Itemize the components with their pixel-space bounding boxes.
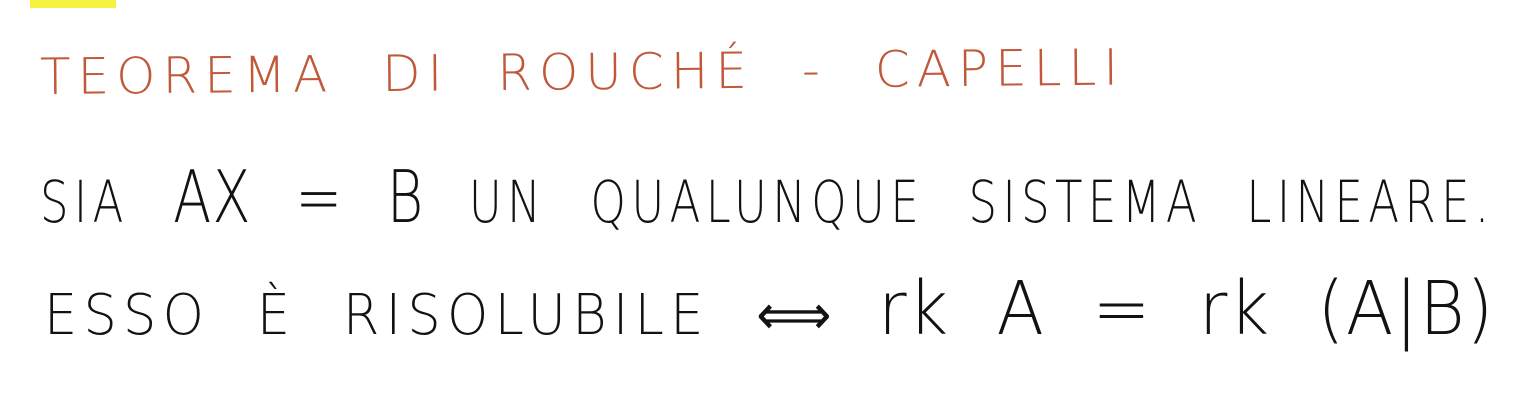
system-equation: AX = B bbox=[173, 155, 425, 239]
statement-rest: UN QUALUNQUE SISTEMA LINEARE. bbox=[468, 168, 1495, 236]
iff-arrow-icon: ⟺ bbox=[756, 283, 832, 348]
highlighted-word bbox=[30, 0, 116, 8]
whiteboard-note: TEOREMA DI ROUCHÉ - CAPELLI SIA AX = B U… bbox=[0, 0, 1514, 416]
condition-text: ESSO È RISOLUBILE bbox=[44, 283, 710, 348]
statement-lead: SIA bbox=[40, 168, 129, 236]
rank-formula: rk A = rk (A|B) bbox=[878, 266, 1495, 352]
statement-line: SIA AX = B UN QUALUNQUE SISTEMA LINEARE. bbox=[40, 155, 1495, 239]
condition-line: ESSO È RISOLUBILE ⟺ rk A = rk (A|B) bbox=[44, 266, 1495, 352]
theorem-title: TEOREMA DI ROUCHÉ - CAPELLI bbox=[39, 38, 1126, 106]
cropped-previous-line bbox=[0, 0, 124, 8]
